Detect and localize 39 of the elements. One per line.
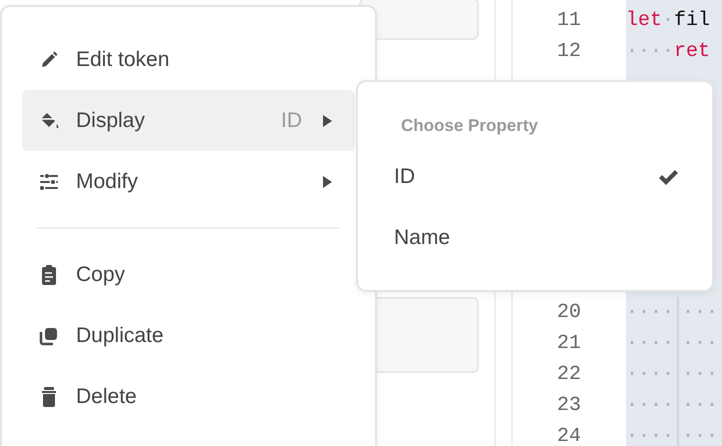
duplicate-icon [39, 326, 59, 346]
submenu-option[interactable]: ID [358, 146, 712, 207]
line-number: 11 [556, 9, 581, 32]
whitespace-marker: · [662, 9, 674, 32]
whitespace-marker: ··· [682, 363, 718, 386]
menu-item[interactable]: Modify [22, 151, 355, 212]
whitespace-marker: ··· [682, 301, 718, 324]
submenu-option[interactable]: Name [358, 207, 712, 268]
menu-item[interactable]: Display ID [22, 90, 355, 151]
line-number: 20 [556, 301, 581, 324]
line-number: 21 [556, 332, 581, 355]
whitespace-marker: ···· [626, 363, 674, 386]
line-number: 22 [556, 363, 581, 386]
line-number: 23 [556, 394, 581, 417]
whitespace-marker: ···· [626, 332, 674, 355]
whitespace-marker: ··· [682, 394, 718, 417]
trash-icon [39, 386, 59, 408]
whitespace-marker: ··· [682, 332, 718, 355]
code-keyword: let [626, 9, 662, 32]
menu-item[interactable]: Delete [22, 366, 355, 427]
menu-item[interactable]: Duplicate [22, 305, 355, 366]
code-keyword: ret [674, 40, 710, 63]
submenu-heading: Choose Property [401, 116, 538, 135]
pencil-icon [39, 50, 59, 70]
clipboard-icon [39, 264, 59, 286]
menu-item[interactable]: Copy [22, 244, 355, 305]
whitespace-marker: ···· [626, 301, 674, 324]
submenu-arrow-icon [322, 174, 333, 188]
sliders-icon [38, 172, 60, 192]
whitespace-marker: ···· [626, 425, 674, 446]
menu-item[interactable]: Edit token [22, 29, 355, 90]
whitespace-marker: ···· [626, 40, 674, 63]
submenu-arrow-icon [322, 114, 333, 128]
paint-bucket-icon [38, 110, 60, 130]
whitespace-marker: ···· [626, 394, 674, 417]
line-number: 24 [556, 425, 581, 446]
code-text: fil [674, 9, 710, 32]
line-number: 12 [556, 40, 581, 63]
whitespace-marker: ··· [682, 425, 718, 446]
